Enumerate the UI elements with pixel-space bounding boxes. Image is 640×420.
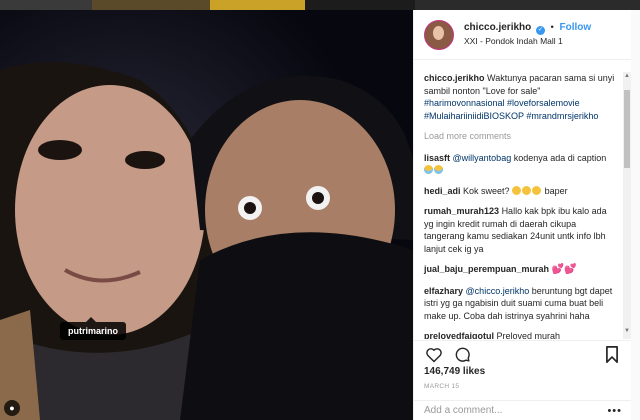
- post-date: MARCH 15: [424, 383, 460, 390]
- crying-emoji-icon: [434, 165, 443, 174]
- worried-emoji-icon: [532, 185, 542, 195]
- worried-emoji-icon: [512, 185, 522, 195]
- scroll-down-arrow-icon[interactable]: ▼: [624, 328, 630, 334]
- page-gutter: [631, 10, 640, 420]
- user-tag-label[interactable]: putrimarino: [60, 317, 127, 340]
- load-more-comments-button[interactable]: Load more comments: [424, 130, 618, 143]
- verified-badge-icon: ✓: [535, 26, 545, 35]
- more-options-icon[interactable]: •••: [607, 405, 622, 417]
- worried-emoji-icon: [522, 185, 532, 195]
- comment-text-after: baper: [542, 185, 568, 196]
- adjacent-posts-strip: [0, 0, 640, 10]
- comment-item: elfazhary @chicco.jerikho beruntung bgt …: [424, 285, 618, 323]
- comment-item: jual_baju_perempuan_murah 💕💕: [424, 263, 618, 277]
- header-username[interactable]: chicco.jerikho: [464, 22, 531, 33]
- comment-item: rumah_murah123 Hallo kak bpk ibu kalo ad…: [424, 205, 618, 255]
- comments-list[interactable]: chicco.jerikho Waktunya pacaran sama si …: [414, 72, 632, 339]
- comment-username[interactable]: lisasft: [424, 153, 450, 163]
- caption-username[interactable]: chicco.jerikho: [424, 73, 485, 83]
- comment-username[interactable]: rumah_murah123: [424, 206, 499, 216]
- comment-text: kodenya ada di caption: [511, 152, 607, 163]
- scrollbar-thumb[interactable]: [624, 90, 630, 168]
- add-comment-bar: •••: [414, 400, 632, 420]
- likes-count[interactable]: 146,749 likes: [424, 366, 485, 377]
- crying-emoji-icon: [424, 165, 433, 174]
- comment-item: hedi_adi Kok sweet? baper: [424, 185, 618, 198]
- comment-text: 💕💕: [551, 264, 577, 275]
- location-link[interactable]: XXI - Pondok Indah Mall 1: [464, 35, 591, 48]
- separator-dot: •: [550, 22, 554, 33]
- post-header: chicco.jerikho ✓ • Follow XXI - Pondok I…: [414, 10, 631, 60]
- post-photo[interactable]: putrimarino ●: [0, 10, 413, 420]
- scroll-up-arrow-icon[interactable]: ▲: [624, 73, 630, 79]
- comment-text: Kok sweet?: [463, 185, 513, 196]
- bookmark-icon[interactable]: [602, 345, 622, 365]
- comment-icon[interactable]: [452, 345, 472, 365]
- add-comment-input[interactable]: [424, 405, 594, 416]
- selfie-image: [0, 10, 413, 420]
- heart-icon[interactable]: [424, 345, 444, 365]
- avatar[interactable]: [424, 19, 454, 50]
- comment-item: lisasft @willyantobag kodenya ada di cap…: [424, 152, 618, 177]
- caption: chicco.jerikho Waktunya pacaran sama si …: [424, 72, 618, 122]
- follow-button[interactable]: Follow: [560, 22, 592, 33]
- caption-hashtags[interactable]: #harimovonnasional #loveforsalemovie #Mu…: [424, 98, 598, 121]
- comment-mention[interactable]: @chicco.jerikho: [466, 286, 530, 296]
- comment-username[interactable]: hedi_adi: [424, 186, 461, 196]
- comment-username[interactable]: jual_baju_perempuan_murah: [424, 264, 549, 274]
- user-tag-icon[interactable]: ●: [4, 400, 20, 416]
- comment-text: Preloved murah: [496, 331, 561, 339]
- comment-username[interactable]: elfazhary: [424, 286, 463, 296]
- comment-item: prelovedfaiqotul Preloved murah: [424, 330, 618, 339]
- comment-username[interactable]: prelovedfaiqotul: [424, 331, 494, 339]
- action-bar: [414, 340, 632, 368]
- comment-mention[interactable]: @willyantobag: [453, 153, 512, 163]
- post-side-panel: chicco.jerikho ✓ • Follow XXI - Pondok I…: [413, 10, 632, 420]
